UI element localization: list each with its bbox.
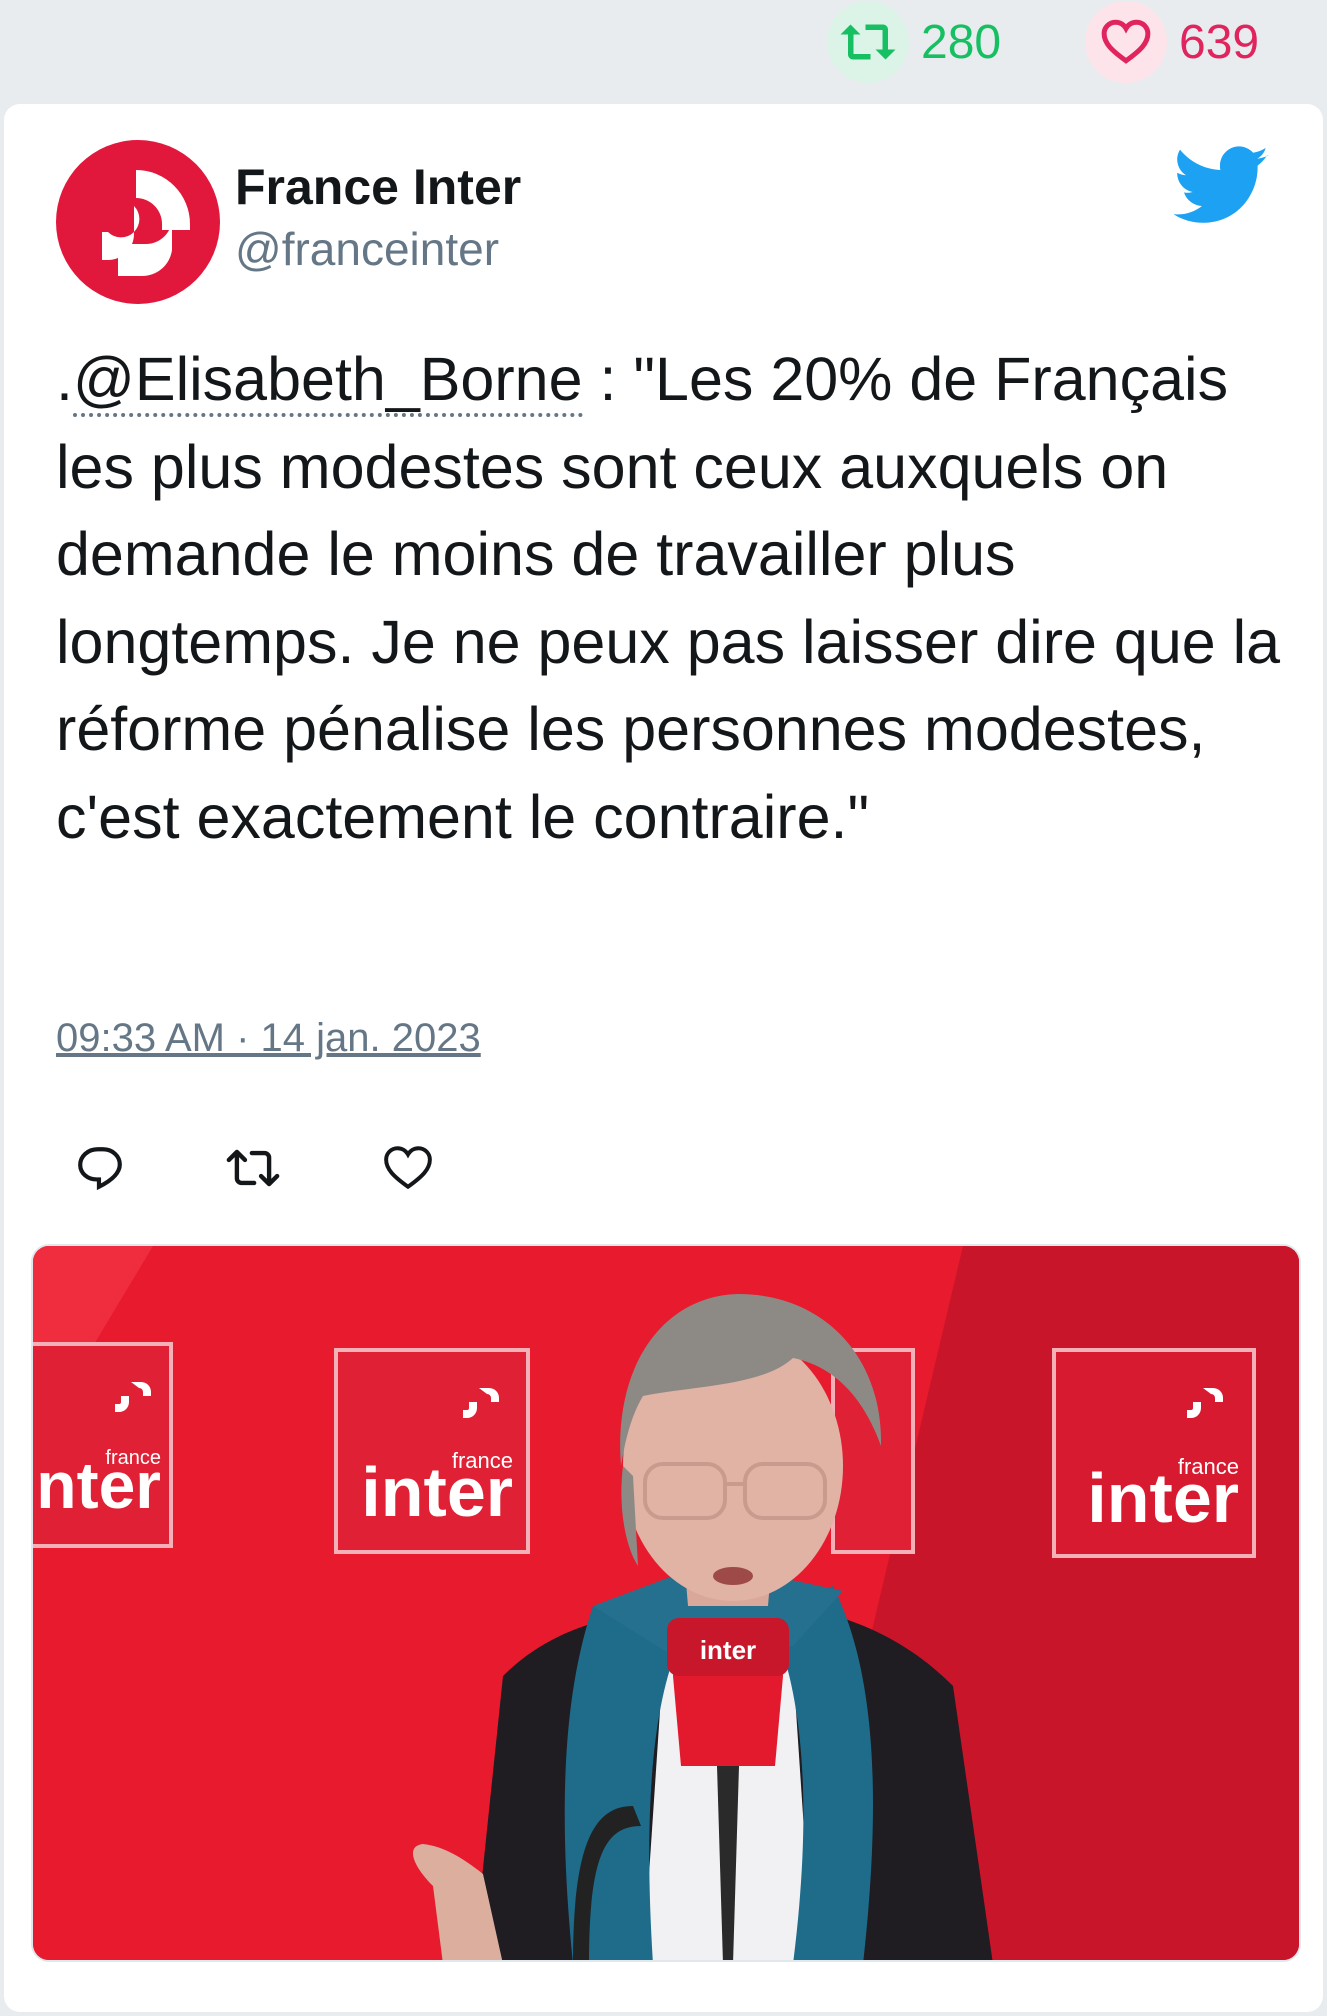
- like-action-icon[interactable]: [368, 1128, 448, 1208]
- retweet-count: 280: [921, 15, 1002, 69]
- avatar[interactable]: [56, 140, 220, 304]
- logo-big-text: inter: [361, 1453, 513, 1531]
- retweet-icon[interactable]: [827, 1, 909, 83]
- tweet-timestamp[interactable]: 09:33 AM · 14 jan. 2023: [56, 1016, 481, 1061]
- twitter-bird-icon[interactable]: [1173, 146, 1270, 226]
- tweet-body: : "Les 20% de Français les plus modestes…: [56, 345, 1281, 851]
- reply-icon[interactable]: [60, 1128, 140, 1208]
- france-inter-logo: [102, 170, 190, 277]
- retweet-stat[interactable]: 280: [827, 1, 1002, 83]
- mention-link[interactable]: @Elisabeth_Borne: [72, 345, 583, 417]
- tweet-actions: [4, 1128, 604, 1208]
- logo-tile-right: france inter: [1052, 1348, 1256, 1558]
- tweet-card: France Inter @franceinter .@Elisabeth_Bo…: [4, 104, 1323, 2012]
- logo-big-text: inter: [1087, 1459, 1239, 1537]
- engagement-bar: 280 639: [0, 0, 1327, 100]
- like-count: 639: [1179, 15, 1260, 69]
- logo-tile-center: france inter: [334, 1348, 530, 1554]
- mic-label: inter: [700, 1635, 756, 1665]
- author-handle[interactable]: @franceinter: [235, 222, 499, 276]
- retweet-action-icon[interactable]: [213, 1128, 293, 1208]
- logo-big-text: inter: [33, 1448, 161, 1522]
- heart-icon[interactable]: [1085, 1, 1167, 83]
- tweet-text: .@Elisabeth_Borne : "Les 20% de Français…: [56, 336, 1286, 861]
- like-stat[interactable]: 639: [1085, 1, 1260, 83]
- tweet-media-image[interactable]: france inter france inter france inter: [31, 1244, 1301, 1962]
- tweet-prefix: .: [56, 345, 73, 413]
- author-name[interactable]: France Inter: [235, 158, 521, 216]
- studio-photo: france inter france inter france inter: [33, 1246, 1299, 1960]
- logo-tile-left: france inter: [33, 1342, 173, 1548]
